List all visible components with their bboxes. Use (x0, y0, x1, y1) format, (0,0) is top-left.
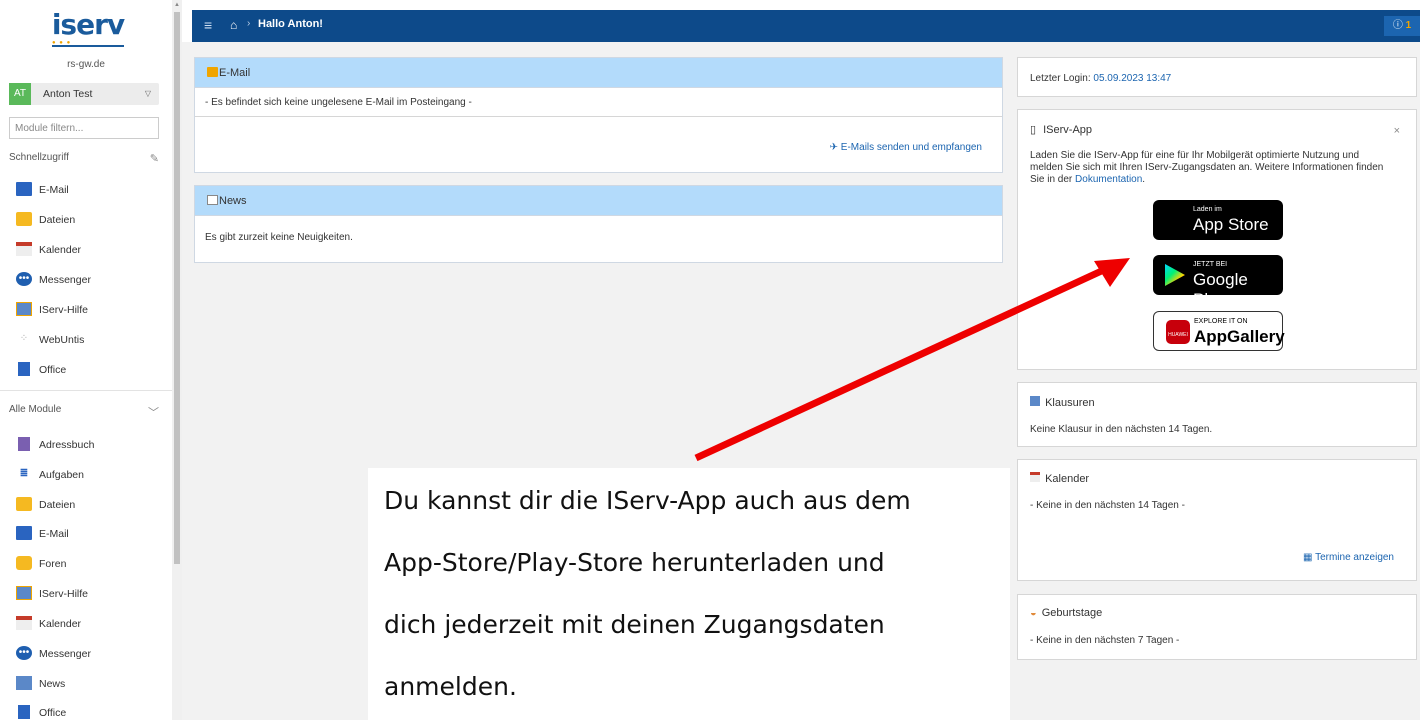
red-arrow-annotation (694, 258, 1130, 462)
arrow-shaft (694, 264, 1110, 462)
